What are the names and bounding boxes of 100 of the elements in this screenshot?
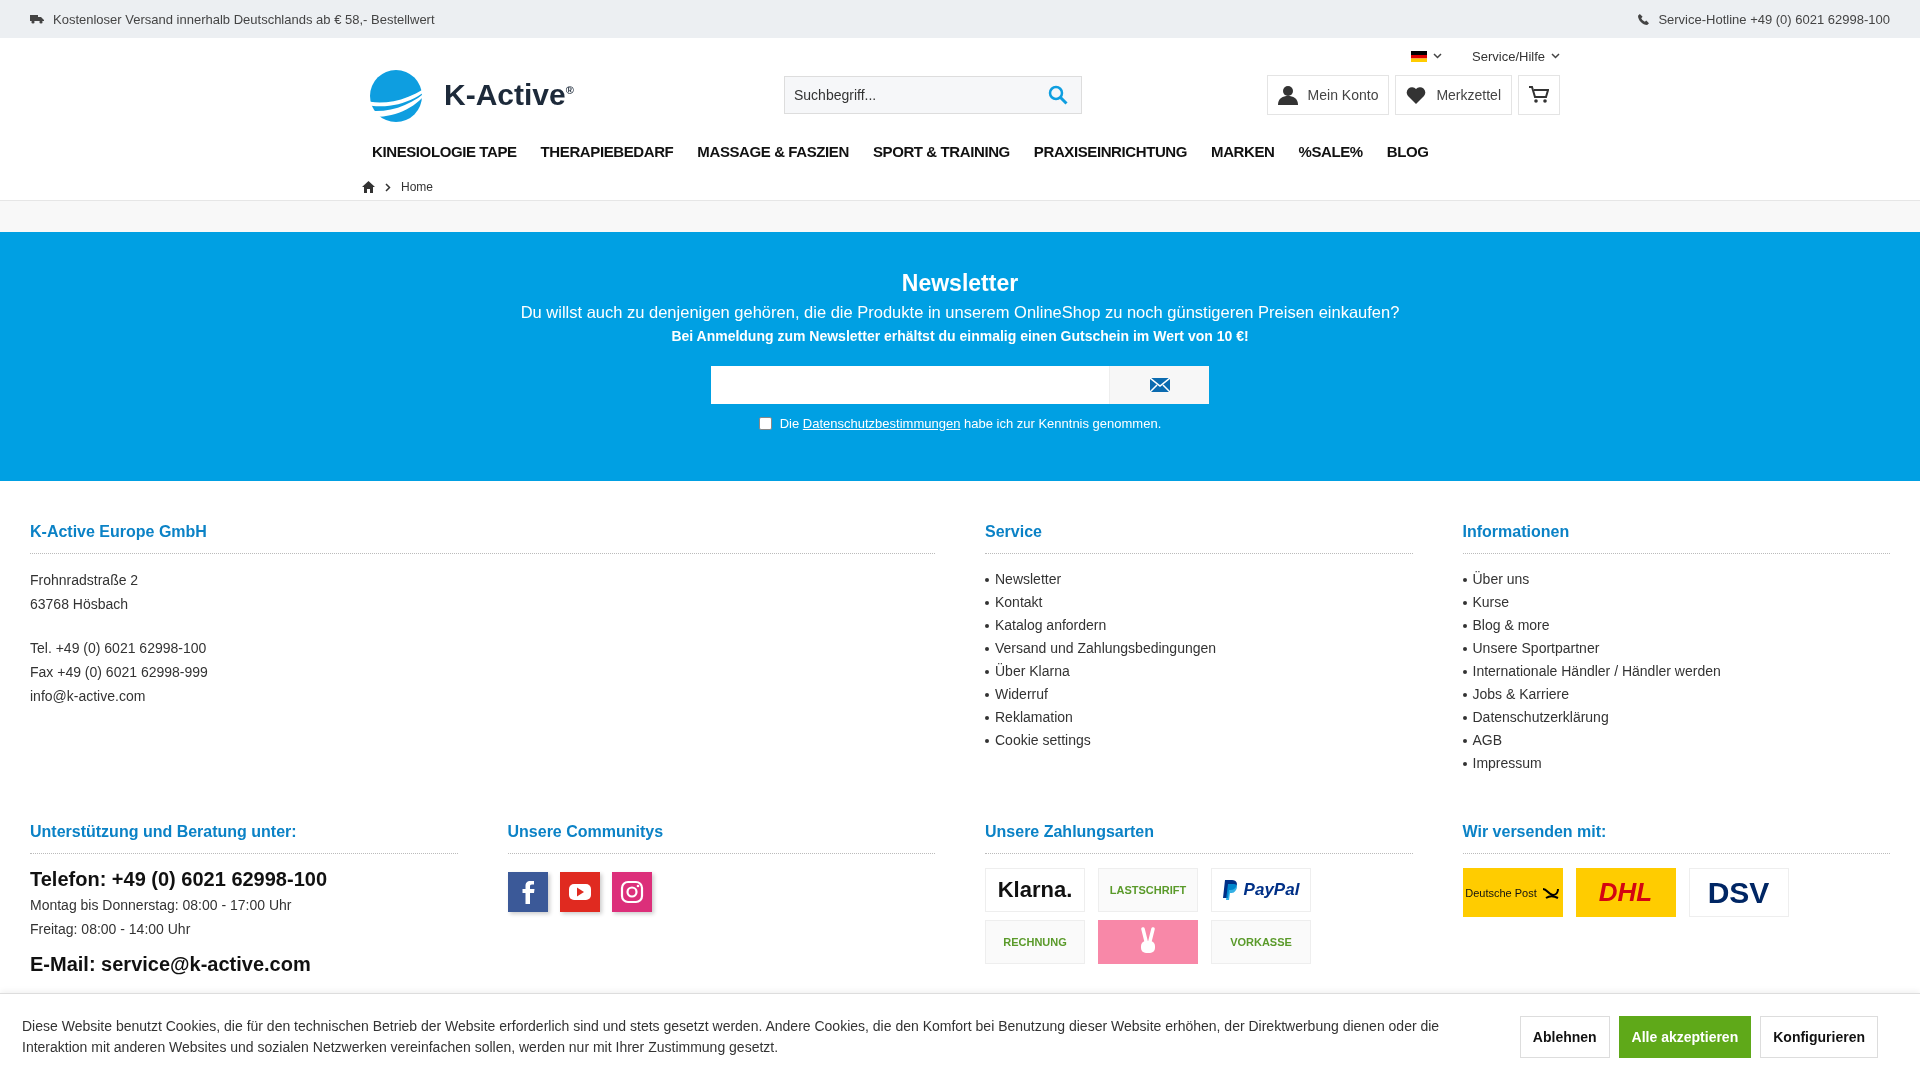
nav-link[interactable]: %SALE% (1298, 142, 1363, 160)
service-menu[interactable]: Service/Hilfe (1472, 46, 1560, 66)
contact-line: Tel. +49 (0) 6021 62998-100 (30, 639, 208, 658)
column-heading: K-Active Europe GmbH (30, 523, 935, 554)
truck-icon (30, 14, 44, 24)
bullet-icon (1462, 600, 1467, 605)
cookie-text: Diese Website benutzt Cookies, die für den technischen Betrieb der Website erforderlich sind und stets gesetzt werden. Andere Cookies, die den Komfort bei Benutzung dieser Website erhöhen, der Direktwerbung dienen oder die Interaktion mit anderen Websites und sozialen Netzwerken vereinfachen sollen, werden nur mit Ihrer Zustimmung gesetzt. (22, 1017, 1441, 1057)
bullet-icon (985, 738, 989, 743)
contact-line: Fax +49 (0) 6021 62998-999 (30, 663, 209, 682)
bullet-icon (985, 715, 989, 720)
bullet-icon (1462, 692, 1467, 697)
nav-link[interactable]: BLOG (1386, 142, 1429, 160)
hotline-text: Service-Hotline +49 (0) 6021 62998-100 (1658, 11, 1890, 27)
newsletter-bonus: Bei Anmeldung zum Newsletter erhältst du einmalig einen Gutschein im Wert von 10 €! (671, 328, 1249, 344)
search-icon[interactable] (1048, 85, 1068, 105)
wishlist-button[interactable]: Merkzettel (1395, 75, 1512, 115)
footer-link[interactable]: Internationale Händler / Händler werden (1472, 660, 1721, 683)
column-heading: Unterstützung und Beratung unter: (30, 823, 458, 854)
cart-button[interactable] (1518, 75, 1560, 115)
bullet-icon (1462, 715, 1467, 720)
footer-link[interactable]: Jobs & Karriere (1472, 683, 1569, 706)
chevron-down-icon (1433, 53, 1443, 59)
search-field[interactable]: Suchbegriff... (784, 76, 1082, 114)
account-button[interactable]: Mein Konto (1266, 75, 1390, 115)
bullet-icon (985, 669, 989, 674)
contact-line: info@k-active.com (30, 687, 147, 706)
bullet-icon (1462, 738, 1467, 743)
payment-logo: Klarna. (985, 868, 1085, 912)
bullet-icon (985, 577, 989, 582)
payment-logo: LASTSCHRIFT (1098, 868, 1198, 912)
nav-link[interactable]: SPORT & TRAINING (872, 142, 1010, 160)
cookie-button[interactable]: Ablehnen (1519, 1016, 1610, 1058)
email-field[interactable] (711, 366, 1109, 404)
camera-icon[interactable] (611, 872, 652, 912)
bullet-icon (985, 623, 989, 628)
footer-link[interactable]: Reklamation (995, 706, 1073, 729)
nav-link[interactable]: MARKEN (1211, 142, 1275, 160)
footer-link[interactable]: Kontakt (995, 591, 1043, 614)
post-horn-icon (1541, 885, 1560, 900)
chevron-down-icon (1551, 53, 1560, 59)
envelope-icon (1149, 378, 1170, 392)
carrier-logo: Deutsche Post (1462, 868, 1563, 917)
column-heading: Informationen (1462, 523, 1890, 554)
video-play-icon[interactable] (559, 872, 600, 912)
address-line: Frohnradstraße 2 (30, 571, 140, 590)
paypal-p-icon (1222, 880, 1239, 900)
logo-text[interactable]: K-Active$^{®}$ (444, 78, 574, 112)
column-heading: Unsere Zahlungsarten (985, 823, 1413, 854)
carrier-logo: DSV (1688, 868, 1789, 917)
phone-icon (1638, 13, 1650, 25)
subscribe-button[interactable] (1109, 366, 1209, 404)
bullet-icon (1462, 761, 1467, 766)
carrier-logo: DHL (1575, 868, 1676, 917)
bullet-icon (985, 600, 989, 605)
footer-link[interactable]: Impressum (1472, 752, 1542, 775)
newsletter-text: Du willst auch zu denjenigen gehören, die die Produkte in unserem OnlineShop zu noch günstigeren Preisen einkaufen? (520, 303, 1400, 322)
opening-hours: Freitag: 08:00 - 14:00 Uhr (30, 920, 192, 939)
footer-link[interactable]: Newsletter (995, 568, 1062, 591)
bullet-icon (1462, 669, 1467, 674)
shipping-note: Kostenloser Versand innerhalb Deutschlands ab € 58,- Bestellwert (53, 11, 435, 27)
footer-link[interactable]: Kurse (1472, 591, 1510, 614)
cookie-button[interactable]: Konfigurieren (1760, 1016, 1878, 1058)
consent-text: Die Datenschutzbestimmungen habe ich zur Kenntnis genommen. (779, 416, 1162, 431)
footer-link[interactable]: Blog & more (1472, 614, 1550, 637)
payment-logo: RECHNUNG (985, 920, 1085, 964)
cart-icon (1529, 86, 1549, 104)
bullet-icon (1462, 577, 1467, 582)
breadcrumb-link[interactable]: Home (401, 180, 433, 194)
footer-link[interactable]: Unsere Sportpartner (1472, 637, 1600, 660)
opening-hours: Montag bis Donnerstag: 08:00 - 17:00 Uhr (30, 896, 293, 915)
home-icon[interactable] (362, 181, 375, 193)
support-email: E-Mail: service@k-active.com (30, 953, 312, 976)
consent-checkbox[interactable] (758, 417, 772, 430)
footer-link[interactable]: Katalog anfordern (995, 614, 1107, 637)
footer-link[interactable]: Über uns (1472, 568, 1530, 591)
footer-link[interactable]: Datenschutzerklärung (1472, 706, 1609, 729)
payment-logo: VORKASSE (1211, 920, 1311, 964)
bullet-icon (1462, 623, 1467, 628)
bullet-icon (985, 692, 989, 697)
facebook-icon[interactable] (507, 872, 548, 912)
nav-link[interactable]: KINESIOLOGIE TAPE (372, 142, 517, 160)
bullet-icon (1462, 646, 1467, 651)
newsletter-title: Newsletter (901, 270, 1019, 297)
footer-link[interactable]: Über Klarna (995, 660, 1070, 683)
column-heading: Unsere Communitys (507, 823, 935, 854)
footer-link[interactable]: AGB (1472, 729, 1503, 752)
bullet-icon (985, 646, 989, 651)
column-heading: Service (985, 523, 1413, 554)
address-line: 63768 Hösbach (30, 595, 130, 614)
nav-link[interactable]: MASSAGE & FASZIEN (697, 142, 849, 160)
nav-link[interactable]: THERAPIEBEDARF (540, 142, 674, 160)
column-heading: Wir versenden mit: (1462, 823, 1890, 854)
payment-logo: PayPal (1211, 868, 1311, 912)
footer-link[interactable]: Widerruf (995, 683, 1048, 706)
german-flag-icon (1411, 50, 1428, 62)
user-icon (1277, 85, 1298, 105)
nav-link[interactable]: PRAXISEINRICHTUNG (1033, 142, 1188, 160)
support-phone: Telefon: +49 (0) 6021 62998-100 (30, 868, 329, 891)
footer-link[interactable]: Versand und Zahlungsbedingungen (995, 637, 1217, 660)
footer-link[interactable]: Cookie settings (995, 729, 1091, 752)
